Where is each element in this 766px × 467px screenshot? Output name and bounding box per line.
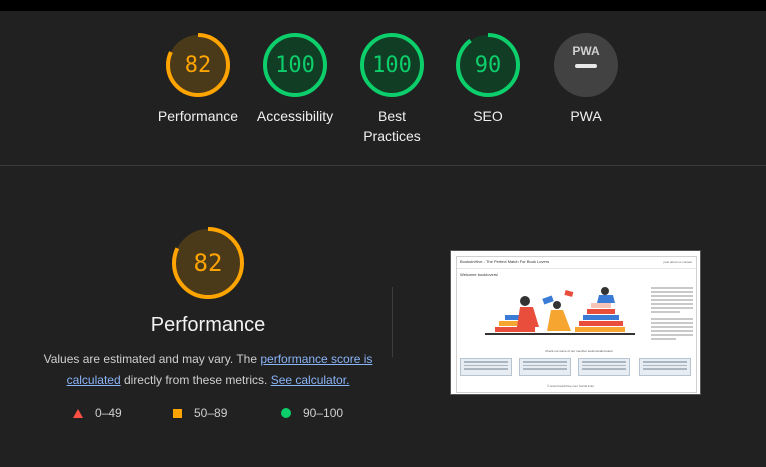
gauge-score: 100 <box>275 53 315 78</box>
gauge-label: Accessibility <box>256 108 334 124</box>
legend-pass: 90–100 <box>281 406 343 420</box>
gauge-ring: 82 <box>166 33 230 97</box>
gauge-label: PWA <box>570 108 602 124</box>
thumbnail-testimonial <box>639 358 691 376</box>
performance-title: Performance <box>150 314 266 336</box>
thumbnail-title: BooksInHive - The Perfect Match For Book… <box>460 259 550 264</box>
legend-range: 90–100 <box>303 406 344 420</box>
thumbnail-testimonial <box>578 358 630 376</box>
thumbnail-page: BooksInHive - The Perfect Match For Book… <box>456 256 697 393</box>
gauge-best-practices[interactable]: 100 Best Practices <box>342 32 442 146</box>
gauge-pwa[interactable]: PWA PWA <box>536 32 636 126</box>
page-screenshot-thumbnail[interactable]: BooksInHive - The Perfect Match For Book… <box>450 250 701 395</box>
gauge-score: 100 <box>372 53 412 78</box>
circle-icon <box>281 408 291 418</box>
pwa-icon: PWA <box>554 33 618 97</box>
gauge-ring: 100 <box>360 33 424 97</box>
vertical-divider <box>392 287 393 357</box>
legend-range: 0–49 <box>95 406 122 420</box>
gauge-label: Performance <box>157 108 239 124</box>
gauge-accessibility[interactable]: 100 Accessibility <box>245 32 345 126</box>
score-gauges: 82 Performance 100 Accessibility 100 Bes… <box>0 11 766 165</box>
pwa-dash-icon <box>575 64 597 68</box>
thumbnail-caption: Check out some of our member testimonial… <box>545 349 614 353</box>
gauge-score: 82 <box>185 53 212 78</box>
performance-description: Values are estimated and may vary. The p… <box>40 349 376 391</box>
gauge-ring: 82 <box>172 227 244 299</box>
gauge-label: SEO <box>473 108 503 124</box>
thumbnail-footer: © www.bookinhive.com Social links <box>547 384 594 388</box>
triangle-icon <box>73 408 83 418</box>
thumbnail-testimonial <box>460 358 512 376</box>
desc-text: directly from these metrics. <box>120 373 271 387</box>
pwa-badge-text: PWA <box>572 44 600 58</box>
desc-text: Values are estimated and may vary. The <box>43 352 261 366</box>
thumbnail-testimonial <box>519 358 571 376</box>
thumbnail-header: BooksInHive - The Perfect Match For Book… <box>457 257 696 269</box>
gauge-score: 90 <box>475 53 502 78</box>
performance-gauge-large: 82 <box>108 225 308 301</box>
thumbnail-welcome: Welcome booklovers! <box>460 272 499 277</box>
legend-range: 50–89 <box>194 406 228 420</box>
gauge-ring: 90 <box>456 33 520 97</box>
section-divider <box>0 165 766 166</box>
gauge-seo[interactable]: 90 SEO <box>438 32 538 126</box>
legend-fail: 0–49 <box>73 406 122 420</box>
books-illustration-icon <box>485 287 635 335</box>
top-bar <box>0 0 766 11</box>
gauge-performance[interactable]: 82 Performance <box>148 32 248 126</box>
thumbnail-paragraph <box>651 287 693 342</box>
calculator-link[interactable]: See calculator. <box>271 373 350 387</box>
gauge-score: 82 <box>194 249 223 277</box>
legend-average: 50–89 <box>173 406 227 420</box>
gauge-label: Best Practices <box>363 108 421 144</box>
gauge-ring: 100 <box>263 33 327 97</box>
square-icon <box>173 408 182 418</box>
score-legend: 0–49 50–89 90–100 <box>70 406 370 424</box>
thumbnail-nav: post about us contact <box>663 260 692 264</box>
